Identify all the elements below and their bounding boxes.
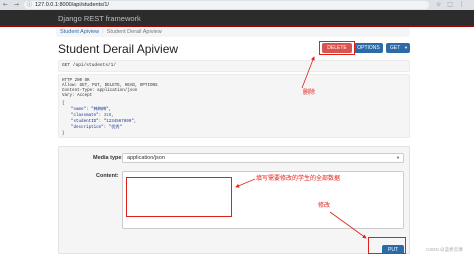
json-field-row: "studentID": "1234567890", <box>71 120 136 125</box>
content-label: Content: <box>96 173 119 179</box>
brand-link[interactable]: Django REST framework <box>58 14 141 23</box>
annotation-box-content <box>126 177 232 217</box>
json-comma: , <box>133 120 137 124</box>
json-value: "优秀" <box>108 126 123 130</box>
site-info-icon[interactable]: ⓘ <box>27 2 32 8</box>
json-key: "studentID" <box>71 120 99 124</box>
breadcrumb-current: Student Derail Apiview <box>106 29 162 35</box>
get-button[interactable]: GET ▼ <box>386 43 410 53</box>
watermark: CSDN @蓝桥云课 <box>426 247 463 252</box>
chevron-down-icon: ▼ <box>396 155 400 160</box>
json-field-row: "description": "优秀" <box>71 126 122 131</box>
json-value: "韩梅梅" <box>91 108 109 112</box>
json-value: "1234567890" <box>103 120 134 124</box>
browser-menu-icons[interactable]: ☆ ⬚ ⋮ <box>436 2 467 8</box>
annotation-content-note: 填写需要修改的学生的全部数据 <box>256 176 341 182</box>
response-vary: Vary: Accept <box>62 94 93 98</box>
drf-navbar: Django REST framework <box>0 10 474 27</box>
json-key: "description" <box>71 126 104 130</box>
annotation-box-delete <box>319 41 355 55</box>
media-type-label: Media type: <box>93 155 124 161</box>
breadcrumb-separator: / <box>102 29 104 35</box>
annotation-box-put <box>368 237 406 254</box>
options-button[interactable]: OPTIONS <box>354 43 383 53</box>
breadcrumb-student-apiview[interactable]: Student Apiview <box>60 29 99 35</box>
json-comma: , <box>111 114 114 118</box>
address-bar[interactable]: ⓘ 127.0.0.1:8000/api/students/1/ <box>24 1 429 9</box>
chevron-down-icon: ▼ <box>404 45 408 50</box>
annotation-modify-note: 修改 <box>318 203 331 209</box>
media-type-select[interactable]: application/json ▼ <box>122 153 404 163</box>
get-button-label: GET <box>390 45 401 51</box>
response-info: HTTP 200 OK Allow: GET, PUT, DELETE, HEA… <box>58 74 410 138</box>
page-title: Student Derail Apiview <box>58 42 179 56</box>
media-type-value: application/json <box>127 155 165 161</box>
json-field-row: "classmate": 310, <box>71 114 114 119</box>
json-close-brace: } <box>62 132 65 136</box>
json-key: "name" <box>71 108 87 112</box>
browser-toolbar: ← → ↻ ⓘ 127.0.0.1:8000/api/students/1/ ☆… <box>0 0 474 10</box>
json-key: "classmate" <box>71 114 99 118</box>
json-field-row: "name": "韩梅梅", <box>71 108 111 113</box>
breadcrumb: Student Apiview / Student Derail Apiview <box>56 28 410 37</box>
json-comma: , <box>108 108 112 112</box>
request-info: GET /api/students/1/ <box>58 60 410 72</box>
json-open-brace: { <box>62 102 65 106</box>
annotation-delete-note: 删除 <box>303 90 316 96</box>
url-text[interactable]: 127.0.0.1:8000/api/students/1/ <box>35 2 109 8</box>
